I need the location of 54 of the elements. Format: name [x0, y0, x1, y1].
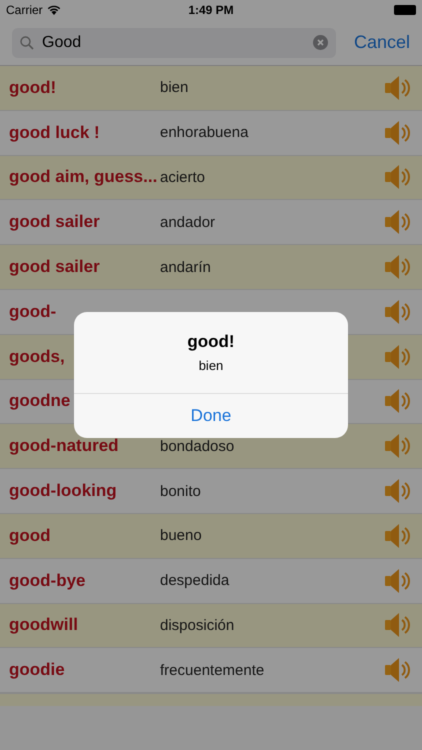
translation-text: frecuentemente: [160, 662, 266, 679]
word-row[interactable]: good sailer andarín: [0, 245, 422, 290]
word-text: good luck !: [9, 122, 101, 143]
speaker-icon[interactable]: [384, 388, 412, 414]
word-text: good-: [9, 302, 58, 322]
search-field[interactable]: Good: [12, 28, 336, 58]
speaker-icon[interactable]: [384, 568, 412, 594]
speaker-icon[interactable]: [384, 164, 412, 190]
translation-text: despedida: [160, 572, 230, 590]
speaker-icon[interactable]: [384, 120, 412, 146]
word-row[interactable]: good! bien: [0, 66, 422, 111]
cancel-button[interactable]: Cancel: [350, 32, 414, 53]
speaker-icon[interactable]: [384, 522, 412, 549]
clear-icon[interactable]: [312, 35, 328, 50]
word-text: goodwill: [9, 615, 79, 636]
translation-text: bueno: [160, 527, 203, 544]
word-row[interactable]: goodwill disposición: [0, 604, 422, 648]
translation-text: acierto: [160, 168, 206, 186]
speaker-icon[interactable]: [384, 478, 412, 504]
translation-text: disposición: [160, 616, 236, 634]
translation-text: bonito: [160, 482, 202, 500]
word-row[interactable]: good bueno: [0, 514, 422, 559]
translation-text: andador: [160, 214, 216, 231]
alert-title: good!: [187, 332, 235, 352]
word-text: good sailer: [9, 257, 101, 278]
speaker-icon[interactable]: [384, 612, 412, 638]
wifi-icon: [46, 5, 61, 15]
search-icon: [20, 36, 34, 50]
word-text: good aim, guess...: [9, 167, 158, 188]
word-row[interactable]: good aim, guess...acierto: [0, 156, 422, 200]
word-text: goods,: [9, 346, 66, 367]
translation-text: bien: [160, 79, 190, 96]
speaker-icon[interactable]: [384, 344, 412, 370]
translation-text: enhorabuena: [160, 124, 250, 142]
word-text: goodne: [9, 391, 72, 412]
translation-text: andarín: [160, 258, 212, 276]
speaker-icon[interactable]: [384, 209, 412, 236]
speaker-icon[interactable]: [384, 657, 412, 684]
word-text: good sailer: [9, 212, 101, 232]
speaker-icon[interactable]: [384, 254, 412, 280]
speaker-icon[interactable]: [384, 298, 412, 325]
clock: 1:49 PM: [188, 3, 234, 17]
carrier-label: Carrier: [6, 3, 43, 17]
alert-message: bien: [198, 358, 224, 373]
word-text: good-natured: [9, 436, 120, 456]
word-text: good-looking: [9, 481, 118, 502]
word-text: good: [9, 526, 52, 546]
speaker-icon[interactable]: [384, 74, 412, 101]
speaker-icon[interactable]: [384, 433, 412, 460]
battery-icon: [394, 5, 416, 15]
word-text: good!: [9, 78, 58, 98]
word-text: good-bye: [9, 570, 86, 591]
translation-text: bondadoso: [160, 438, 236, 455]
word-text: goodie: [9, 660, 66, 680]
